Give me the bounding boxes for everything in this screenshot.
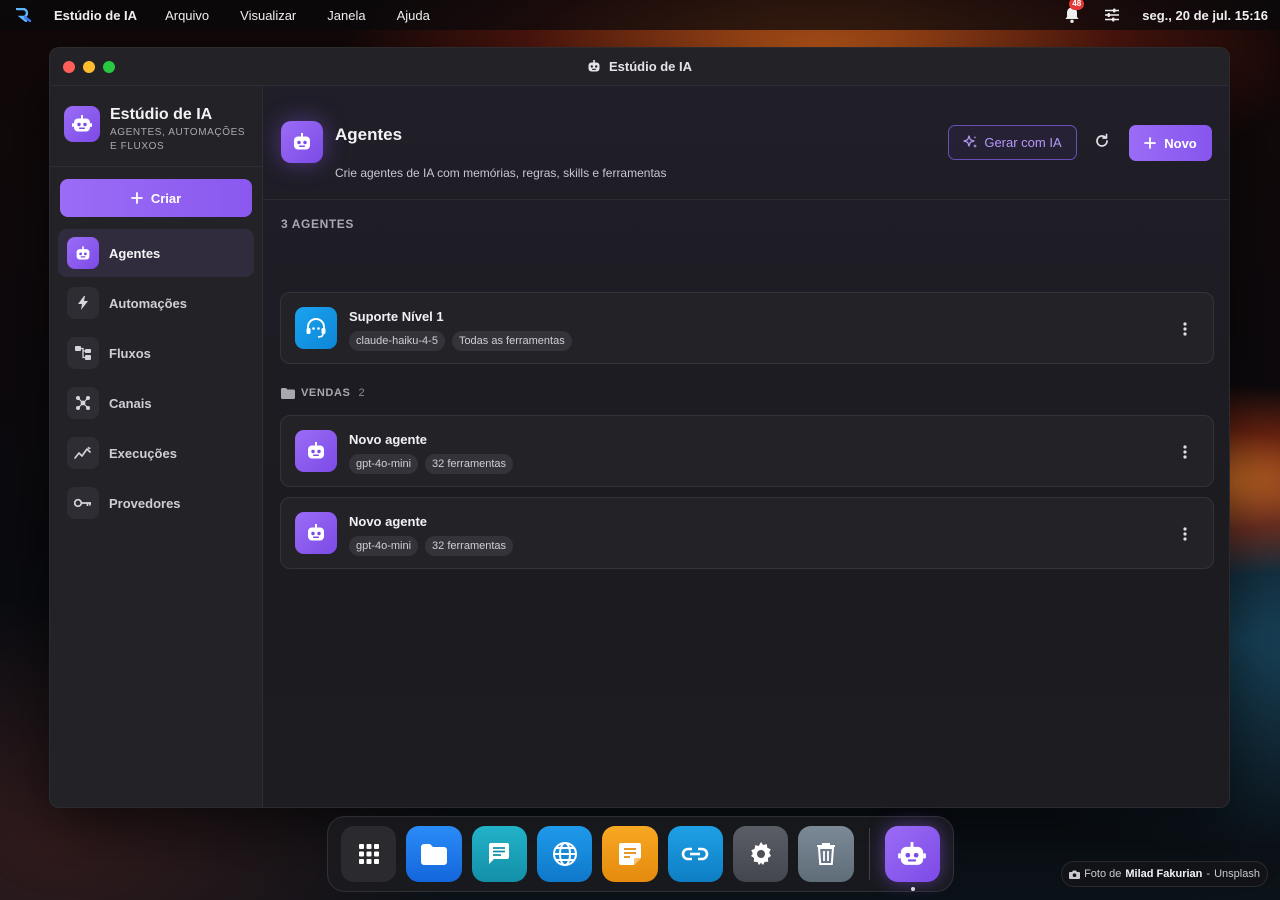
menu-janela[interactable]: Janela bbox=[327, 8, 365, 23]
agents-count: 3 AGENTES bbox=[281, 217, 354, 231]
window-titlebar[interactable]: Estúdio de IA bbox=[50, 48, 1229, 86]
robot-icon bbox=[281, 121, 323, 163]
agent-name: Novo agente bbox=[349, 514, 428, 529]
activity-icon bbox=[67, 437, 99, 469]
brand-title: Estúdio de IA bbox=[110, 106, 213, 123]
agent-tags: gpt-4o-mini 32 ferramentas bbox=[349, 536, 514, 556]
notification-count-badge: 48 bbox=[1069, 0, 1085, 10]
sidebar-item-agentes[interactable]: Agentes bbox=[58, 229, 254, 277]
menubar-clock[interactable]: seg., 20 de jul. 15:16 bbox=[1142, 8, 1268, 23]
sidebar-item-label: Canais bbox=[109, 395, 152, 411]
model-chip: gpt-4o-mini bbox=[349, 536, 419, 556]
credit-separator: - bbox=[1206, 868, 1211, 880]
agent-card[interactable]: Novo agente gpt-4o-mini 32 ferramentas bbox=[280, 497, 1214, 569]
create-button[interactable]: Criar bbox=[60, 179, 252, 217]
sidebar-item-canais[interactable]: Canais bbox=[58, 379, 254, 427]
more-options-icon[interactable] bbox=[1177, 320, 1193, 338]
window-title: Estúdio de IA bbox=[50, 59, 1229, 74]
robot-icon bbox=[64, 106, 100, 142]
notifications-bell-icon[interactable]: 48 bbox=[1064, 0, 1085, 24]
model-chip: claude-haiku-4-5 bbox=[349, 331, 445, 351]
model-chip: gpt-4o-mini bbox=[349, 454, 419, 474]
sidebar-item-label: Automações bbox=[109, 295, 188, 311]
system-logo-icon[interactable] bbox=[14, 5, 34, 25]
sidebar-item-automacoes[interactable]: Automações bbox=[58, 279, 254, 327]
sidebar-nav: Agentes Automações Fluxos Canais Execuçõ… bbox=[50, 229, 262, 527]
page-header: Agentes Crie agentes de IA com memórias,… bbox=[263, 86, 1229, 200]
menu-visualizar[interactable]: Visualizar bbox=[240, 8, 296, 23]
robot-icon[interactable] bbox=[884, 826, 940, 891]
sidebar: Estúdio de IA AGENTES, AUTOMAÇÕES E FLUX… bbox=[50, 86, 263, 807]
menu-ajuda[interactable]: Ajuda bbox=[397, 8, 430, 23]
sidebar-item-fluxos[interactable]: Fluxos bbox=[58, 329, 254, 377]
group-count: 2 bbox=[358, 387, 366, 399]
camera-icon bbox=[1069, 870, 1081, 879]
plus-icon bbox=[1144, 137, 1157, 149]
agent-tags: gpt-4o-mini 32 ferramentas bbox=[349, 454, 514, 474]
tools-chip: 32 ferramentas bbox=[425, 536, 514, 556]
running-indicator bbox=[910, 887, 915, 891]
generate-with-ai-label: Gerar com IA bbox=[984, 135, 1062, 150]
create-button-label: Criar bbox=[150, 190, 182, 206]
generate-with-ai-button[interactable]: Gerar com IA bbox=[948, 125, 1077, 160]
menubar-app-name[interactable]: Estúdio de IA bbox=[54, 8, 137, 23]
control-center-icon[interactable] bbox=[1104, 8, 1120, 22]
trash-icon[interactable] bbox=[798, 826, 854, 882]
more-options-icon[interactable] bbox=[1177, 443, 1193, 461]
page-description: Crie agentes de IA com memórias, regras,… bbox=[335, 166, 667, 180]
dock-separator bbox=[868, 828, 870, 880]
sparkles-icon bbox=[963, 135, 978, 150]
agent-name: Suporte Nível 1 bbox=[349, 309, 444, 324]
agent-tags: claude-haiku-4-5 Todas as ferramentas bbox=[349, 331, 572, 351]
plus-icon bbox=[130, 192, 143, 204]
page-title: Agentes bbox=[335, 125, 403, 144]
robot-icon bbox=[295, 512, 337, 554]
robot-icon bbox=[67, 237, 99, 269]
menu-arquivo[interactable]: Arquivo bbox=[165, 8, 209, 23]
window-title-text: Estúdio de IA bbox=[608, 59, 693, 74]
flow-icon bbox=[67, 337, 99, 369]
refresh-icon[interactable] bbox=[1094, 133, 1112, 151]
sidebar-item-label: Agentes bbox=[109, 245, 161, 261]
sidebar-item-label: Fluxos bbox=[109, 345, 151, 361]
sidebar-brand: Estúdio de IA AGENTES, AUTOMAÇÕES E FLUX… bbox=[50, 86, 262, 167]
sidebar-item-execucoes[interactable]: Execuções bbox=[58, 429, 254, 477]
hub-icon bbox=[67, 387, 99, 419]
globe-icon[interactable] bbox=[536, 826, 593, 882]
credit-author[interactable]: Milad Fakurian bbox=[1125, 868, 1202, 880]
chat-icon[interactable] bbox=[471, 826, 527, 882]
new-agent-button[interactable]: Novo bbox=[1129, 125, 1212, 161]
bolt-icon bbox=[67, 287, 99, 319]
new-agent-label: Novo bbox=[1164, 135, 1197, 151]
sidebar-item-label: Provedores bbox=[109, 495, 181, 511]
main-content: Agentes Crie agentes de IA com memórias,… bbox=[263, 86, 1229, 807]
robot-icon bbox=[295, 430, 337, 472]
dock bbox=[327, 816, 954, 892]
brand-subtitle: AGENTES, AUTOMAÇÕES E FLUXOS bbox=[110, 127, 246, 152]
photo-credit[interactable]: Foto de Milad Fakurian - Unsplash bbox=[1061, 861, 1268, 887]
credit-prefix: Foto de bbox=[1084, 868, 1122, 880]
settings-icon[interactable] bbox=[732, 826, 789, 882]
folder-icon bbox=[281, 387, 295, 399]
credit-source[interactable]: Unsplash bbox=[1214, 868, 1260, 880]
agent-name: Novo agente bbox=[349, 432, 428, 447]
apps-grid-icon[interactable] bbox=[341, 826, 397, 882]
app-window: Estúdio de IA Estúdio de IA AGENTES, AUT… bbox=[49, 47, 1230, 808]
headset-icon bbox=[295, 307, 337, 349]
agent-card[interactable]: Novo agente gpt-4o-mini 32 ferramentas bbox=[280, 415, 1214, 487]
link-icon[interactable] bbox=[667, 826, 723, 882]
robot-icon bbox=[587, 60, 601, 73]
group-header[interactable]: VENDAS 2 bbox=[281, 387, 365, 399]
tools-chip: Todas as ferramentas bbox=[451, 331, 572, 351]
sidebar-item-label: Execuções bbox=[109, 445, 177, 461]
folder-icon[interactable] bbox=[406, 826, 462, 882]
notes-icon[interactable] bbox=[602, 826, 658, 882]
sidebar-item-provedores[interactable]: Provedores bbox=[58, 479, 254, 527]
more-options-icon[interactable] bbox=[1177, 525, 1193, 543]
menu-bar: Estúdio de IA Arquivo Visualizar Janela … bbox=[0, 0, 1280, 30]
tools-chip: 32 ferramentas bbox=[425, 454, 514, 474]
group-name: VENDAS bbox=[301, 387, 351, 399]
key-icon bbox=[67, 487, 99, 519]
agent-card[interactable]: Suporte Nível 1 claude-haiku-4-5 Todas a… bbox=[280, 292, 1214, 364]
